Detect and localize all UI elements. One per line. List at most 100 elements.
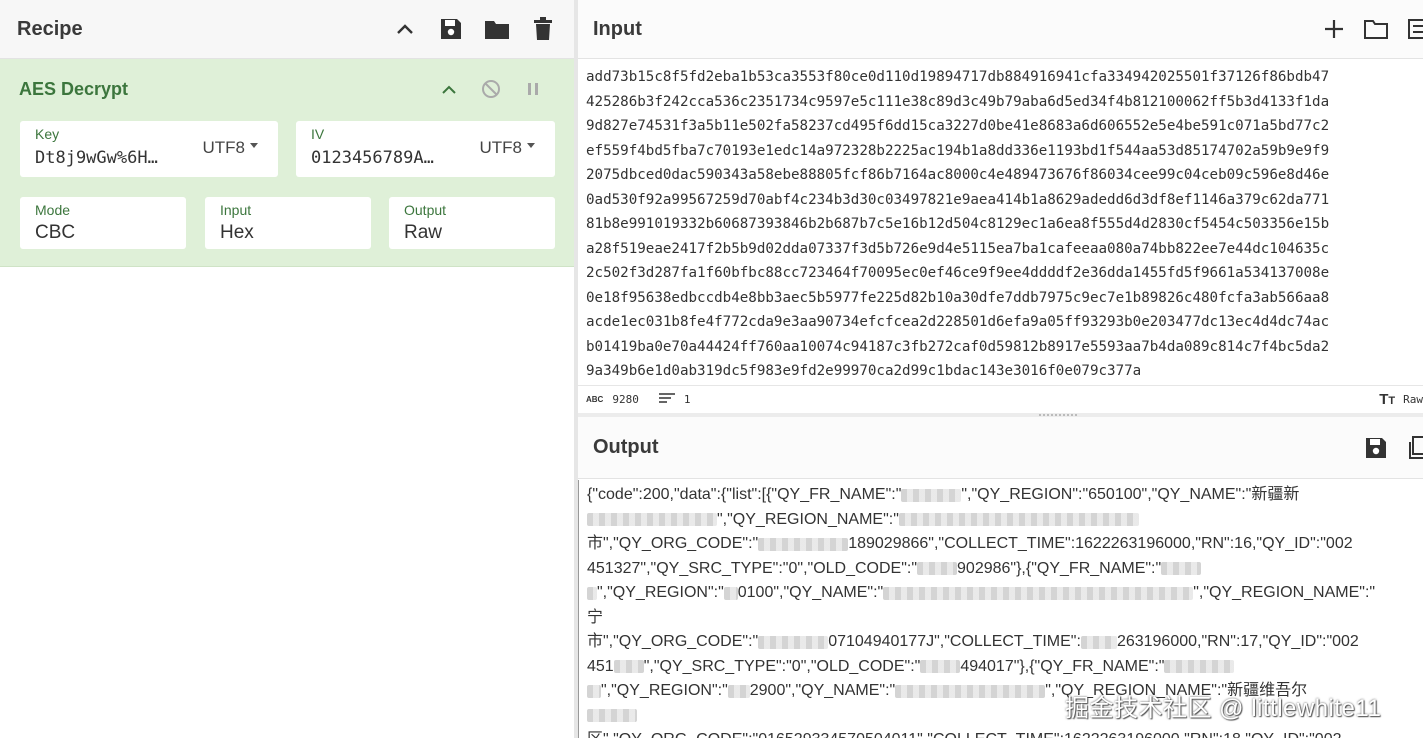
collapse-operation-chevron-icon[interactable]	[436, 76, 462, 102]
input-format-select[interactable]: Input Hex	[205, 197, 371, 249]
input-line: ef559f4bd5fba7c70193e1edc14a972328b2225a…	[586, 142, 1330, 159]
input-header: Input	[578, 0, 1423, 59]
output-format-select[interactable]: Output Raw	[389, 197, 555, 249]
output-text-segment: 263196000,"RN":17,"QY_ID":"002	[1116, 633, 1359, 650]
output-line: 市","QY_ORG_CODE":" 189029866","COLLECT_TI…	[587, 532, 1423, 557]
save-output-icon[interactable]	[1363, 435, 1389, 461]
redacted-text	[758, 537, 849, 551]
output-text-segment: ","QY_REGION":"650100","QY_NAME":"新疆新	[961, 486, 1300, 503]
copy-output-icon[interactable]	[1405, 435, 1423, 461]
output-text-segment: ","QY_REGION_NAME":"	[717, 510, 899, 528]
output-line: 451327","QY_SRC_TYPE":"0","OLD_CODE":" 90…	[587, 557, 1423, 582]
input-line: 81b8e991019332b60687393846b2b687b7c5e16b…	[586, 216, 1330, 232]
pause-breakpoint-icon[interactable]	[520, 76, 546, 102]
output-text-segment: ","QY_REGION":"	[601, 682, 728, 699]
redacted-text	[901, 488, 962, 502]
output-text-segment: ","QY_SRC_TYPE":"0","OLD_CODE":"	[643, 657, 921, 675]
redacted-text	[883, 586, 1194, 600]
redacted-text	[895, 684, 1046, 698]
output-line: {"code":200,"data":{"list":[{"QY_FR_NAME…	[587, 483, 1423, 508]
length-abc-icon: ABC	[586, 395, 604, 404]
load-recipe-folder-icon[interactable]	[484, 16, 510, 42]
iv-value[interactable]: 0123456789A…	[311, 148, 434, 168]
input-status-bar: ABC 9280 1 TT Raw	[578, 385, 1423, 413]
lines-icon	[658, 393, 675, 406]
open-file-folder-icon[interactable]	[1363, 16, 1389, 42]
redacted-text	[613, 660, 644, 674]
iv-label: IV	[311, 126, 325, 142]
output-text-segment: 0100","QY_NAME":"	[737, 584, 884, 601]
input-line: 2075dbced0dac590343a58ebe88805fcf86b7164…	[586, 167, 1330, 183]
output-text-segment: 189029866","COLLECT_TIME":1622263196000,…	[848, 535, 1353, 552]
output-text-segment: 宁	[587, 608, 604, 626]
output-line: ","QY_REGION_NAME":"	[587, 508, 1423, 533]
key-field[interactable]: Key Dt8j9wGw%6H… UTF8	[20, 121, 278, 177]
input-line: 425286b3f242cca536c2351734c9597e5c111e38…	[586, 93, 1330, 110]
input-length: 9280	[612, 393, 639, 406]
redacted-text	[898, 513, 1139, 527]
output-format-label: Output	[404, 202, 447, 218]
output-line: 区","QY_ORG_CODE":"016529334570504011","C…	[587, 728, 1423, 738]
mode-value[interactable]: CBC	[35, 222, 75, 244]
key-label: Key	[35, 126, 60, 142]
input-line: 2c502f3d287fa1f60bfbc88cc723464f70095ec0…	[586, 265, 1330, 281]
io-panels: Input add73b15c8f5fd2eba1b53ca3553f80ce0…	[578, 0, 1423, 738]
input-title: Input	[593, 17, 642, 40]
input-line: b01419ba0e70a44424ff760aa10074c94187c3fb…	[586, 338, 1330, 355]
output-line: ","QY_REGION":" 0100","QY_NAME":" ","QY_RE…	[587, 581, 1423, 606]
input-format-label[interactable]: Raw	[1403, 393, 1423, 406]
input-line: 0ad530f92a99567259d70abf4c234b3d30c03497…	[586, 191, 1330, 208]
output-title: Output	[593, 436, 659, 458]
key-value[interactable]: Dt8j9wGw%6H…	[35, 148, 158, 168]
redacted-text	[723, 586, 738, 600]
resize-grip-dots	[1039, 414, 1079, 416]
recipe-panel: Recipe AES Decrypt Key Dt8j9wGw%6H… UTF8…	[0, 0, 574, 738]
redacted-text	[727, 684, 750, 698]
redacted-text	[917, 562, 958, 576]
text-format-icon[interactable]: TT	[1379, 391, 1395, 408]
mode-select[interactable]: Mode CBC	[20, 197, 186, 249]
recipe-header: Recipe	[0, 0, 574, 59]
output-text-segment: 市","QY_ORG_CODE":"	[587, 633, 759, 650]
input-line-count: 1	[683, 393, 691, 406]
redacted-text	[587, 586, 597, 600]
output-text-segment: {"code":200,"data":{"list":[{"QY_FR_NAME…	[587, 486, 902, 503]
input-format-value[interactable]: Hex	[220, 222, 254, 244]
input-line: add73b15c8f5fd2eba1b53ca3553f80ce0d110d1…	[586, 69, 1330, 85]
add-tab-plus-icon[interactable]	[1321, 16, 1347, 42]
collapse-all-chevron-up-icon[interactable]	[392, 16, 418, 42]
redacted-text	[1164, 660, 1235, 674]
output-text-segment: 902986"},{"QY_FR_NAME":"	[957, 559, 1162, 577]
input-line: a28f519eae2417f2b5b9d02dda07337f3d5b726e…	[586, 240, 1330, 257]
output-text-segment: 07104940177J","COLLECT_TIME":	[828, 633, 1081, 650]
clear-recipe-trash-icon[interactable]	[530, 16, 556, 42]
recipe-title: Recipe	[17, 17, 83, 40]
input-line: 9a349b6e1d0ab319dc5f983e9fd2e99970ca2d99…	[586, 363, 1142, 379]
redacted-text	[587, 513, 717, 527]
output-line: 市","QY_ORG_CODE":" 07104940177J","COLLECT…	[587, 630, 1423, 655]
output-text-segment: ","QY_REGION_NAME":"	[1193, 584, 1376, 601]
aes-decrypt-operation[interactable]: AES Decrypt Key Dt8j9wGw%6H… UTF8 IV 012…	[0, 59, 574, 267]
input-line: 9d827e74531f3a5b11e502fa58237cd495f6dd15…	[586, 118, 1330, 134]
operation-title: AES Decrypt	[19, 78, 129, 99]
input-line: acde1ec031b8fe4f772cda9e3aa90734efcfcea2…	[586, 314, 1330, 330]
watermark: 掘金技术社区 @ littlewhite11	[1065, 695, 1382, 722]
output-text-segment: ","QY_REGION":"	[597, 584, 724, 601]
output-text-segment: 2900","QY_NAME":"	[749, 682, 896, 699]
disable-operation-icon[interactable]	[478, 76, 504, 102]
redacted-text	[920, 660, 961, 674]
redacted-text	[1080, 635, 1117, 649]
mode-label: Mode	[35, 202, 71, 218]
input-line: 0e18f95638edbccdb4e8bb3aec5b5977fe225d82…	[586, 289, 1330, 306]
key-encoding-dropdown[interactable]: UTF8	[203, 138, 259, 158]
iv-encoding-dropdown[interactable]: UTF8	[480, 138, 536, 158]
input-textarea[interactable]: add73b15c8f5fd2eba1b53ca3553f80ce0d110d1…	[578, 60, 1423, 384]
output-text-segment: 区","QY_ORG_CODE":"016529334570504011","C…	[587, 728, 1342, 738]
output-line: 宁	[587, 606, 1423, 631]
open-input-icon[interactable]	[1405, 16, 1423, 42]
output-text-segment: 市","QY_ORG_CODE":"	[587, 535, 759, 552]
iv-field[interactable]: IV 0123456789A… UTF8	[296, 121, 555, 177]
output-format-value[interactable]: Raw	[404, 222, 442, 244]
output-line: 451 ","QY_SRC_TYPE":"0","OLD_CODE":" 49401…	[587, 655, 1423, 680]
save-recipe-icon[interactable]	[438, 16, 464, 42]
